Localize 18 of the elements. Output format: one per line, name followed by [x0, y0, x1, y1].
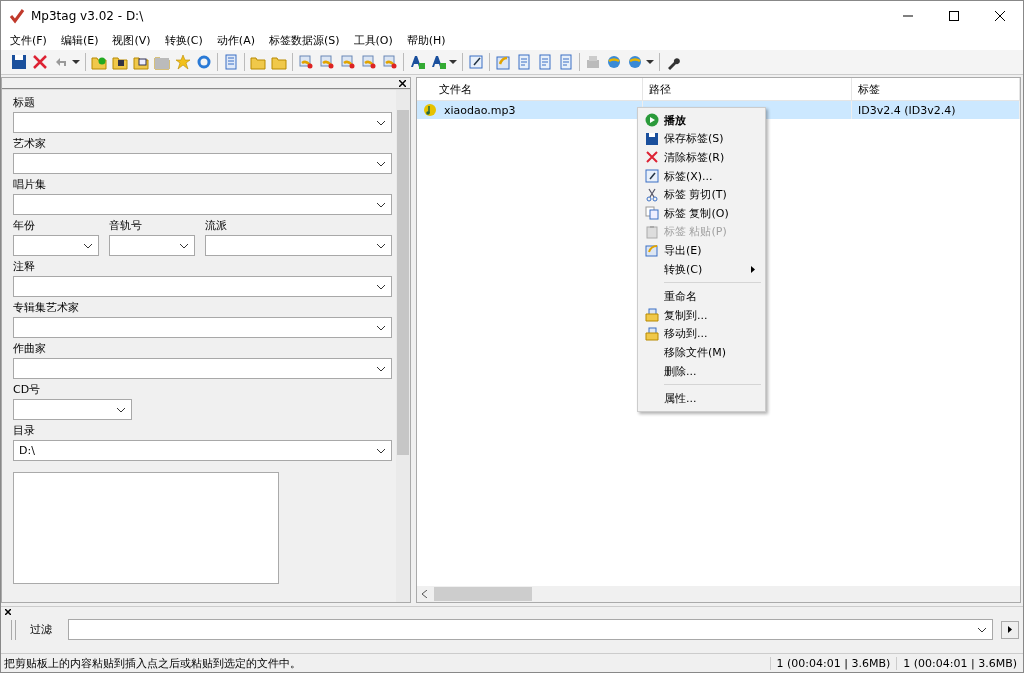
field-label: 艺术家: [13, 137, 47, 151]
window-title: Mp3tag v3.02 - D:\: [31, 9, 144, 23]
table-cell: ID3v2.4 (ID3v2.4): [858, 103, 956, 117]
filter-label: 过滤: [29, 622, 53, 637]
status-message: 把剪贴板上的内容粘贴到插入点之后或粘贴到选定的文件中。: [3, 655, 302, 671]
field-label: 唱片集: [13, 178, 47, 192]
field-label: 目录: [13, 424, 36, 438]
field-label: 流派: [205, 219, 228, 233]
table-cell: xiaodao.mp3: [444, 103, 516, 117]
field-label: 作曲家: [13, 342, 47, 356]
selection-summary: 1 (00:04:01 | 3.6MB): [769, 656, 897, 670]
field-label: CD号: [13, 383, 42, 397]
field-label: 年份: [13, 219, 36, 233]
total-summary: 1 (00:04:01 | 3.6MB): [896, 656, 1023, 670]
field-label: 专辑集艺术家: [13, 301, 80, 315]
field-label: 注释: [13, 260, 36, 274]
field-label: 标题: [13, 96, 36, 110]
field-label: 音轨号: [109, 219, 143, 233]
